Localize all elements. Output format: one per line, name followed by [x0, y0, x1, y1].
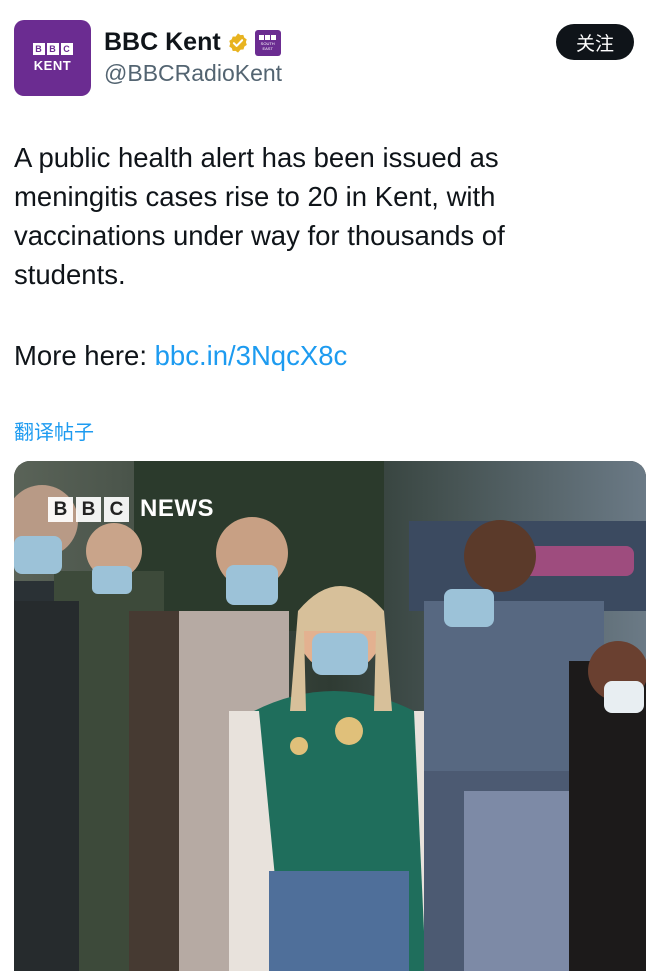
- avatar-logo-block: B: [32, 43, 45, 55]
- name-row: BBC Kent SOUTH EAST: [104, 28, 281, 57]
- photo-people-in-masks-icon: [14, 461, 646, 971]
- translate-post-link[interactable]: 翻译帖子: [14, 416, 94, 445]
- verified-badge-icon: [228, 32, 247, 53]
- news-logo-block: B: [48, 496, 73, 522]
- tweet-media-photo[interactable]: B B C NEWS: [14, 461, 646, 971]
- follow-button[interactable]: 关注: [556, 24, 634, 60]
- avatar[interactable]: B B C KENT: [14, 20, 91, 96]
- affiliate-badge-icon[interactable]: SOUTH EAST: [254, 29, 281, 56]
- bbc-news-watermark: B B C NEWS: [48, 495, 214, 523]
- tweet-link[interactable]: bbc.in/3NqcX8c: [155, 340, 348, 371]
- avatar-subtitle: KENT: [33, 58, 72, 73]
- avatar-logo-block: C: [60, 43, 73, 55]
- display-name[interactable]: BBC Kent: [104, 28, 221, 57]
- more-line: More here: bbc.in/3NqcX8c: [14, 336, 347, 375]
- news-logo-block: C: [104, 496, 129, 522]
- news-logo-word: NEWS: [140, 495, 214, 522]
- avatar-logo-block: B: [46, 43, 59, 55]
- more-prefix: More here:: [14, 340, 155, 371]
- tweet-text: A public health alert has been issued as…: [14, 142, 505, 290]
- avatar-bbc-logo: B B C: [32, 43, 73, 55]
- news-logo-block: B: [76, 496, 101, 522]
- account-handle[interactable]: @BBCRadioKent: [104, 60, 282, 87]
